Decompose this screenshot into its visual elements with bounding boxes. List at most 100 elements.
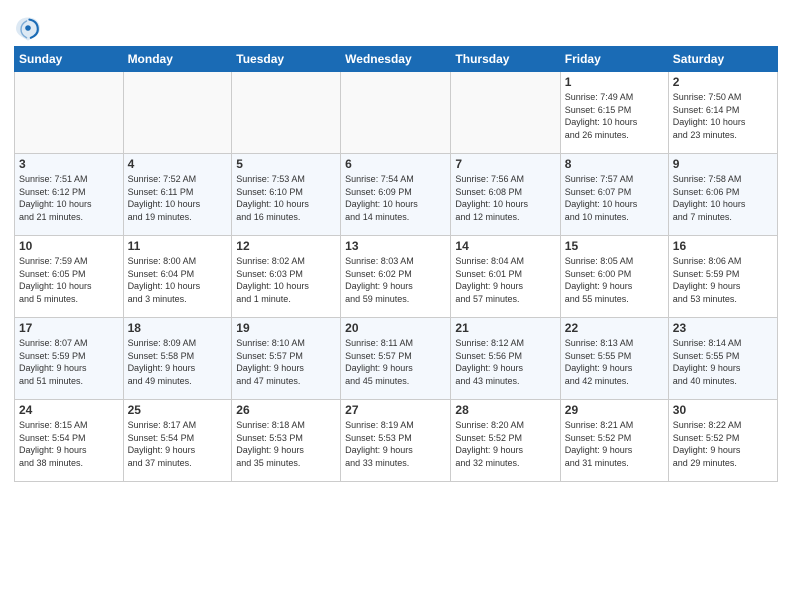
- day-number: 19: [236, 321, 336, 335]
- day-number: 10: [19, 239, 119, 253]
- calendar-week-row: 17 Sunrise: 8:07 AM Sunset: 5:59 PM Dayli…: [15, 318, 778, 400]
- day-number: 22: [565, 321, 664, 335]
- day-info: Sunrise: 7:54 AM Sunset: 6:09 PM Dayligh…: [345, 173, 446, 223]
- calendar-day-cell: 22 Sunrise: 8:13 AM Sunset: 5:55 PM Dayli…: [560, 318, 668, 400]
- calendar-day-cell: 9Sunrise: 7:58 AM Sunset: 6:06 PM Daylig…: [668, 154, 777, 236]
- day-number: 1: [565, 75, 664, 89]
- calendar-day-cell: 28Sunrise: 8:20 AM Sunset: 5:52 PM Dayli…: [451, 400, 560, 482]
- calendar-day-cell: [232, 72, 341, 154]
- day-info: Sunrise: 7:53 AM Sunset: 6:10 PM Dayligh…: [236, 173, 336, 223]
- day-number: 29: [565, 403, 664, 417]
- logo: [14, 14, 44, 42]
- day-number: 5: [236, 157, 336, 171]
- day-number: 18: [128, 321, 228, 335]
- day-number: 8: [565, 157, 664, 171]
- day-info: Sunrise: 8:02 AM Sunset: 6:03 PM Dayligh…: [236, 255, 336, 305]
- calendar-day-cell: 8 Sunrise: 7:57 AM Sunset: 6:07 PM Daylig…: [560, 154, 668, 236]
- day-number: 20: [345, 321, 446, 335]
- calendar-day-cell: 19 Sunrise: 8:10 AM Sunset: 5:57 PM Dayli…: [232, 318, 341, 400]
- calendar-day-cell: 12Sunrise: 8:02 AM Sunset: 6:03 PM Dayli…: [232, 236, 341, 318]
- day-number: 24: [19, 403, 119, 417]
- weekday-header: Wednesday: [341, 47, 451, 72]
- day-info: Sunrise: 8:22 AM Sunset: 5:52 PM Dayligh…: [673, 419, 773, 469]
- calendar-day-cell: 11 Sunrise: 8:00 AM Sunset: 6:04 PM Dayli…: [123, 236, 232, 318]
- day-info: Sunrise: 8:10 AM Sunset: 5:57 PM Dayligh…: [236, 337, 336, 387]
- calendar-day-cell: 17 Sunrise: 8:07 AM Sunset: 5:59 PM Dayli…: [15, 318, 124, 400]
- day-number: 16: [673, 239, 773, 253]
- day-info: Sunrise: 8:14 AM Sunset: 5:55 PM Dayligh…: [673, 337, 773, 387]
- day-info: Sunrise: 8:03 AM Sunset: 6:02 PM Dayligh…: [345, 255, 446, 305]
- day-number: 6: [345, 157, 446, 171]
- day-info: Sunrise: 8:17 AM Sunset: 5:54 PM Dayligh…: [128, 419, 228, 469]
- day-number: 4: [128, 157, 228, 171]
- calendar-day-cell: [123, 72, 232, 154]
- day-info: Sunrise: 7:52 AM Sunset: 6:11 PM Dayligh…: [128, 173, 228, 223]
- calendar-day-cell: 4 Sunrise: 7:52 AM Sunset: 6:11 PM Daylig…: [123, 154, 232, 236]
- day-info: Sunrise: 8:13 AM Sunset: 5:55 PM Dayligh…: [565, 337, 664, 387]
- day-info: Sunrise: 8:21 AM Sunset: 5:52 PM Dayligh…: [565, 419, 664, 469]
- day-info: Sunrise: 7:56 AM Sunset: 6:08 PM Dayligh…: [455, 173, 555, 223]
- weekday-header-row: SundayMondayTuesdayWednesdayThursdayFrid…: [15, 47, 778, 72]
- day-number: 30: [673, 403, 773, 417]
- calendar-day-cell: 24 Sunrise: 8:15 AM Sunset: 5:54 PM Dayli…: [15, 400, 124, 482]
- weekday-header: Sunday: [15, 47, 124, 72]
- day-info: Sunrise: 8:06 AM Sunset: 5:59 PM Dayligh…: [673, 255, 773, 305]
- day-number: 7: [455, 157, 555, 171]
- calendar-day-cell: 7 Sunrise: 7:56 AM Sunset: 6:08 PM Daylig…: [451, 154, 560, 236]
- calendar-day-cell: 29 Sunrise: 8:21 AM Sunset: 5:52 PM Dayli…: [560, 400, 668, 482]
- day-number: 13: [345, 239, 446, 253]
- day-info: Sunrise: 7:59 AM Sunset: 6:05 PM Dayligh…: [19, 255, 119, 305]
- day-info: Sunrise: 7:50 AM Sunset: 6:14 PM Dayligh…: [673, 91, 773, 141]
- calendar-day-cell: 16 Sunrise: 8:06 AM Sunset: 5:59 PM Dayli…: [668, 236, 777, 318]
- day-number: 9: [673, 157, 773, 171]
- day-info: Sunrise: 8:07 AM Sunset: 5:59 PM Dayligh…: [19, 337, 119, 387]
- logo-icon: [14, 14, 42, 42]
- calendar-day-cell: 2 Sunrise: 7:50 AM Sunset: 6:14 PM Daylig…: [668, 72, 777, 154]
- calendar-week-row: 10 Sunrise: 7:59 AM Sunset: 6:05 PM Dayli…: [15, 236, 778, 318]
- calendar-day-cell: 3 Sunrise: 7:51 AM Sunset: 6:12 PM Daylig…: [15, 154, 124, 236]
- day-number: 2: [673, 75, 773, 89]
- calendar-day-cell: 27 Sunrise: 8:19 AM Sunset: 5:53 PM Dayli…: [341, 400, 451, 482]
- day-info: Sunrise: 8:18 AM Sunset: 5:53 PM Dayligh…: [236, 419, 336, 469]
- calendar-day-cell: [451, 72, 560, 154]
- weekday-header: Thursday: [451, 47, 560, 72]
- day-number: 27: [345, 403, 446, 417]
- calendar-day-cell: 30 Sunrise: 8:22 AM Sunset: 5:52 PM Dayli…: [668, 400, 777, 482]
- day-info: Sunrise: 8:12 AM Sunset: 5:56 PM Dayligh…: [455, 337, 555, 387]
- day-number: 14: [455, 239, 555, 253]
- day-info: Sunrise: 8:00 AM Sunset: 6:04 PM Dayligh…: [128, 255, 228, 305]
- day-number: 28: [455, 403, 555, 417]
- calendar-day-cell: 5 Sunrise: 7:53 AM Sunset: 6:10 PM Daylig…: [232, 154, 341, 236]
- weekday-header: Monday: [123, 47, 232, 72]
- day-info: Sunrise: 7:49 AM Sunset: 6:15 PM Dayligh…: [565, 91, 664, 141]
- calendar-day-cell: 18Sunrise: 8:09 AM Sunset: 5:58 PM Dayli…: [123, 318, 232, 400]
- header: [14, 10, 778, 42]
- day-number: 3: [19, 157, 119, 171]
- day-info: Sunrise: 8:05 AM Sunset: 6:00 PM Dayligh…: [565, 255, 664, 305]
- calendar-day-cell: 15 Sunrise: 8:05 AM Sunset: 6:00 PM Dayli…: [560, 236, 668, 318]
- day-number: 21: [455, 321, 555, 335]
- calendar-day-cell: 23 Sunrise: 8:14 AM Sunset: 5:55 PM Dayli…: [668, 318, 777, 400]
- day-number: 11: [128, 239, 228, 253]
- day-info: Sunrise: 8:11 AM Sunset: 5:57 PM Dayligh…: [345, 337, 446, 387]
- weekday-header: Friday: [560, 47, 668, 72]
- calendar-week-row: 1 Sunrise: 7:49 AM Sunset: 6:15 PM Daylig…: [15, 72, 778, 154]
- calendar-day-cell: 26 Sunrise: 8:18 AM Sunset: 5:53 PM Dayli…: [232, 400, 341, 482]
- weekday-header: Saturday: [668, 47, 777, 72]
- calendar-day-cell: 10 Sunrise: 7:59 AM Sunset: 6:05 PM Dayli…: [15, 236, 124, 318]
- day-number: 25: [128, 403, 228, 417]
- day-info: Sunrise: 8:04 AM Sunset: 6:01 PM Dayligh…: [455, 255, 555, 305]
- day-info: Sunrise: 8:19 AM Sunset: 5:53 PM Dayligh…: [345, 419, 446, 469]
- day-number: 23: [673, 321, 773, 335]
- day-number: 17: [19, 321, 119, 335]
- calendar-day-cell: [341, 72, 451, 154]
- day-number: 26: [236, 403, 336, 417]
- day-number: 15: [565, 239, 664, 253]
- day-info: Sunrise: 8:15 AM Sunset: 5:54 PM Dayligh…: [19, 419, 119, 469]
- calendar-day-cell: 14 Sunrise: 8:04 AM Sunset: 6:01 PM Dayli…: [451, 236, 560, 318]
- calendar-day-cell: 13 Sunrise: 8:03 AM Sunset: 6:02 PM Dayli…: [341, 236, 451, 318]
- day-info: Sunrise: 7:51 AM Sunset: 6:12 PM Dayligh…: [19, 173, 119, 223]
- day-info: Sunrise: 7:57 AM Sunset: 6:07 PM Dayligh…: [565, 173, 664, 223]
- calendar-day-cell: 21 Sunrise: 8:12 AM Sunset: 5:56 PM Dayli…: [451, 318, 560, 400]
- calendar-week-row: 3 Sunrise: 7:51 AM Sunset: 6:12 PM Daylig…: [15, 154, 778, 236]
